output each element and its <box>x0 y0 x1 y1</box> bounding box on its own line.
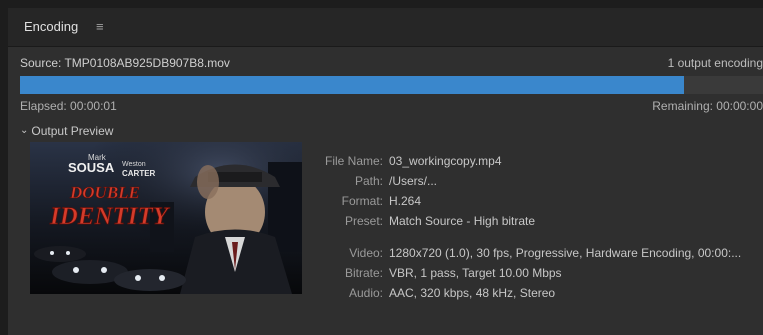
panel-title[interactable]: Encoding <box>24 19 78 34</box>
poster-title-top: DOUBLE <box>69 183 140 202</box>
output-details: File Name: 03_workingcopy.mp4 Path:/Users… <box>308 151 741 303</box>
output-preview-thumbnail: Mark SOUSA Weston CARTER DOUBLE IDENTITY <box>30 142 302 294</box>
detail-format: Format: H.264 <box>341 194 422 208</box>
detail-path: Path:/Users/... <box>354 174 438 188</box>
poster-actor-last: SOUSA <box>68 160 115 175</box>
detail-video: Video: 1280x720 (1.0), 30 fps, Progressiv… <box>349 246 742 260</box>
output-encoding-count: 1 output encoding <box>667 56 763 70</box>
detail-bitrate: Bitrate: VBR, 1 pass, Target 10.00 Mbps <box>344 266 562 280</box>
remaining-time: Remaining: 00:00:00 <box>652 99 763 113</box>
source-filename: Source: TMP0108AB925DB907B8.mov <box>20 56 230 70</box>
detail-preset: Preset: Match Source - High bitrate <box>344 214 536 228</box>
progress-bar <box>20 76 763 94</box>
output-preview-label: Output Preview <box>31 124 114 138</box>
encoding-panel: Encoding ≡ Source: TMP0108AB925DB907B8.m… <box>8 8 763 335</box>
elapsed-time: Elapsed: 00:00:01 <box>20 99 117 113</box>
panel-header: Encoding ≡ <box>8 8 763 47</box>
poster-actor2-last: CARTER <box>122 169 156 178</box>
output-preview-toggle[interactable]: ⌄ Output Preview <box>20 124 113 138</box>
hamburger-menu-icon[interactable]: ≡ <box>96 20 104 33</box>
movie-poster-image: Mark SOUSA Weston CARTER DOUBLE IDENTITY <box>30 142 302 294</box>
poster-actor2-first: Weston <box>122 161 146 168</box>
poster-title-bottom: IDENTITY <box>49 203 171 230</box>
detail-audio: Audio: AAC, 320 kbps, 48 kHz, Stereo <box>348 286 556 300</box>
detail-file-name: File Name: 03_workingcopy.mp4 <box>324 154 502 168</box>
chevron-down-icon[interactable]: ⌄ <box>20 125 28 136</box>
progress-bar-fill <box>20 76 684 94</box>
